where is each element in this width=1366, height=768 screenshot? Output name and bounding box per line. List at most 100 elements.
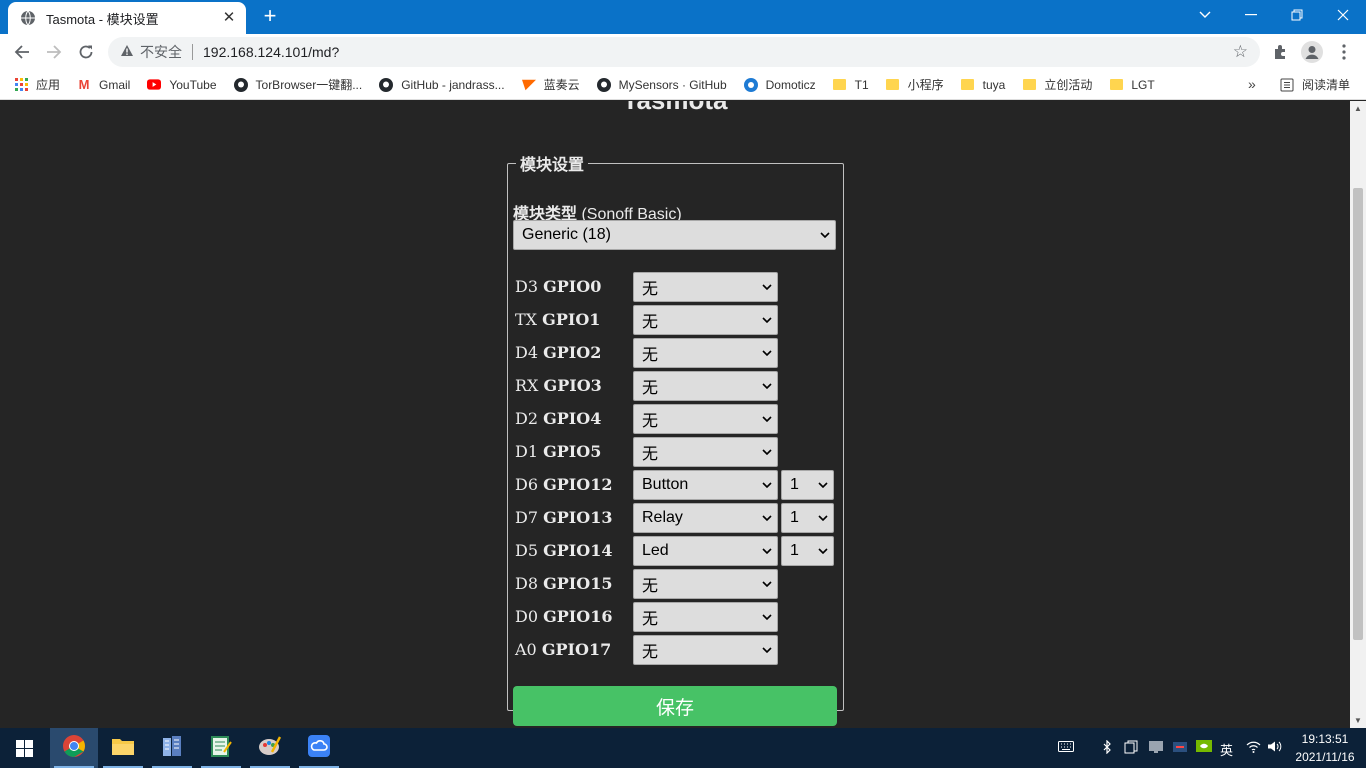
- chevron-down-icon: [762, 273, 772, 301]
- bookmark-folder-t1[interactable]: T1: [833, 78, 869, 92]
- network-device-icon[interactable]: [1172, 740, 1188, 757]
- bookmark-github-jandrassy[interactable]: GitHub - jandrass...: [379, 77, 505, 92]
- save-button[interactable]: 保存: [513, 686, 837, 726]
- fieldset-legend: 模块设置: [520, 157, 585, 174]
- forward-arrow-icon[interactable]: [40, 38, 68, 66]
- restore-icon[interactable]: [1274, 0, 1320, 30]
- chevron-down-icon: [820, 221, 830, 249]
- windows-copy-icon[interactable]: [1124, 740, 1138, 757]
- bookmark-folder-lichuang[interactable]: 立创活动: [1022, 76, 1092, 93]
- gpio-label: D1 GPIO5: [515, 442, 601, 461]
- reading-list-label: 阅读清单: [1302, 78, 1351, 92]
- bookmark-youtube[interactable]: YouTube: [147, 78, 217, 92]
- gpio-row: D2 GPIO4 无: [513, 404, 838, 434]
- gpio-name: GPIO15: [543, 574, 613, 593]
- gpio-function-value: 无: [642, 347, 659, 364]
- gpio-function-select[interactable]: 无: [633, 404, 778, 434]
- chevron-down-icon: [762, 372, 772, 400]
- gpio-function-select[interactable]: 无: [633, 437, 778, 467]
- bookmark-star-icon[interactable]: ☆: [1233, 42, 1248, 62]
- gpio-label: D0 GPIO16: [515, 607, 613, 626]
- github-icon: [596, 77, 611, 92]
- gpio-function-select[interactable]: Button: [633, 470, 778, 500]
- close-window-icon[interactable]: [1320, 0, 1366, 30]
- taskbar-file-explorer[interactable]: [99, 728, 147, 768]
- gpio-name: GPIO17: [541, 640, 612, 659]
- system-clock[interactable]: 19:13:51 2021/11/16: [1288, 730, 1362, 766]
- tab-title: Tasmota - 模块设置: [46, 11, 159, 27]
- windows-start-icon[interactable]: [0, 728, 48, 768]
- nvidia-icon[interactable]: [1196, 740, 1212, 755]
- gpio-function-select[interactable]: 无: [633, 305, 778, 335]
- not-secure-label[interactable]: 不安全: [140, 42, 182, 62]
- bookmark-folder-lgt[interactable]: LGT: [1109, 78, 1155, 92]
- taskbar-app-cloud[interactable]: [295, 728, 343, 768]
- gpio-row: RX GPIO3 无: [513, 371, 838, 401]
- taskbar-app-paint[interactable]: [246, 728, 294, 768]
- bluetooth-icon[interactable]: [1102, 739, 1112, 757]
- gpio-function-select[interactable]: 无: [633, 635, 778, 665]
- reading-list-button[interactable]: 阅读清单: [1280, 76, 1350, 93]
- pin-name: TX: [515, 310, 538, 329]
- taskbar-chrome[interactable]: [50, 728, 98, 768]
- gpio-name: GPIO4: [543, 409, 602, 428]
- bookmark-lanzou[interactable]: 蓝奏云: [521, 76, 580, 93]
- extensions-puzzle-icon[interactable]: [1266, 38, 1294, 66]
- module-type-select[interactable]: Generic (18): [513, 220, 836, 250]
- volume-icon[interactable]: [1267, 740, 1282, 756]
- chevron-down-icon: [762, 636, 772, 664]
- taskbar-app-building[interactable]: [148, 728, 196, 768]
- bookmark-mysensors[interactable]: MySensors · GitHub: [596, 77, 727, 92]
- gpio-name: GPIO14: [543, 541, 613, 560]
- monitor-icon[interactable]: [1148, 740, 1164, 757]
- new-tab-button[interactable]: +: [258, 4, 282, 28]
- gpio-function-select[interactable]: 无: [633, 371, 778, 401]
- chrome-icon: [62, 734, 86, 763]
- url-text[interactable]: 192.168.124.101/md?: [203, 44, 339, 60]
- module-settings-fieldset: 模块设置 模块类型 (Sonoff Basic) Generic (18) D3…: [507, 151, 844, 726]
- apps-grid-icon: [14, 78, 28, 92]
- address-bar[interactable]: 不安全 192.168.124.101/md? ☆: [108, 37, 1260, 67]
- gpio-function-select[interactable]: 无: [633, 272, 778, 302]
- gpio-row: D3 GPIO0 无: [513, 272, 838, 302]
- vertical-scrollbar[interactable]: ▲ ▼: [1350, 101, 1366, 728]
- more-menu-icon[interactable]: [1330, 38, 1358, 66]
- chevron-down-icon: [762, 504, 772, 532]
- gpio-function-select[interactable]: 无: [633, 602, 778, 632]
- bookmark-folder-miniprogram[interactable]: 小程序: [886, 76, 944, 93]
- bookmark-gmail[interactable]: M Gmail: [77, 77, 131, 92]
- ime-mode-label[interactable]: 英: [1220, 740, 1233, 759]
- browser-tab[interactable]: Tasmota - 模块设置 ✕: [8, 2, 246, 34]
- scroll-down-arrow-icon[interactable]: ▼: [1354, 716, 1362, 725]
- keyboard-icon[interactable]: [1058, 740, 1074, 755]
- reload-icon[interactable]: [72, 38, 100, 66]
- minimize-icon[interactable]: [1228, 0, 1274, 30]
- gpio-function-select[interactable]: 无: [633, 569, 778, 599]
- bookmark-torbrowser[interactable]: TorBrowser一键翻...: [233, 76, 362, 93]
- scrollbar-thumb[interactable]: [1353, 188, 1363, 640]
- tab-search-icon[interactable]: [1182, 0, 1228, 30]
- warning-icon[interactable]: [120, 44, 134, 60]
- gpio-label: D2 GPIO4: [515, 409, 601, 428]
- taskbar-app-editor[interactable]: [197, 728, 245, 768]
- reading-list-icon: [1280, 78, 1294, 92]
- bookmark-domoticz[interactable]: Domoticz: [743, 77, 816, 92]
- gpio-index-select[interactable]: 1: [781, 503, 834, 533]
- bookmark-folder-tuya[interactable]: tuya: [961, 78, 1005, 92]
- gpio-index-select[interactable]: 1: [781, 536, 834, 566]
- gpio-index-select[interactable]: 1: [781, 470, 834, 500]
- wifi-icon[interactable]: [1246, 740, 1261, 756]
- gpio-name: GPIO2: [543, 343, 602, 362]
- gpio-function-select[interactable]: Relay: [633, 503, 778, 533]
- chevron-down-icon: [762, 339, 772, 367]
- profile-avatar-icon[interactable]: [1298, 38, 1326, 66]
- pin-name: A0: [515, 640, 537, 659]
- gpio-function-select[interactable]: Led: [633, 536, 778, 566]
- bookmark-apps[interactable]: 应用: [14, 76, 60, 93]
- more-bookmarks-chevron-icon[interactable]: »: [1248, 76, 1256, 92]
- back-arrow-icon[interactable]: [8, 38, 36, 66]
- tab-close-icon[interactable]: ✕: [220, 9, 238, 27]
- folder-icon: [1109, 78, 1123, 92]
- gpio-function-select[interactable]: 无: [633, 338, 778, 368]
- scroll-up-arrow-icon[interactable]: ▲: [1354, 104, 1362, 113]
